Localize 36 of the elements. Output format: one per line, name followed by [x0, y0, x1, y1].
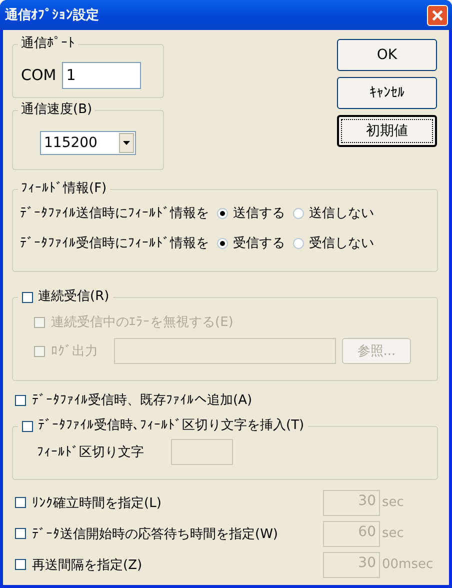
radio-button[interactable] [293, 238, 304, 248]
radio-label: 送信する [233, 205, 285, 222]
radio-button[interactable] [217, 208, 228, 218]
field-info-label: ﾃﾞｰﾀﾌｧｲﾙ送信時にﾌｨｰﾙﾄﾞ情報を [20, 205, 209, 222]
checkbox[interactable] [22, 420, 33, 432]
close-icon [432, 10, 443, 20]
field-info-label: ﾃﾞｰﾀﾌｧｲﾙ受信時にﾌｨｰﾙﾄﾞ情報を [20, 235, 209, 252]
radio-button[interactable] [293, 208, 304, 218]
checkbox[interactable] [22, 292, 33, 302]
close-button[interactable] [427, 4, 448, 26]
com-field[interactable]: 1 [62, 62, 142, 88]
radio-label: 送信しない [309, 205, 374, 222]
checkbox[interactable] [15, 394, 26, 406]
unit-label: 00msec [382, 557, 434, 572]
delimiter-field[interactable] [171, 439, 233, 465]
dialog-button[interactable]: OK [337, 39, 437, 71]
checkbox-label: ﾘﾝｸ確立時間を指定(L) [32, 494, 162, 512]
radio-label: 受信する [233, 235, 285, 252]
delimiter-label: ﾌｨｰﾙﾄﾞ区切り文字 [37, 444, 144, 461]
radio-button[interactable] [217, 238, 228, 248]
dialog-button[interactable]: ｷｬﾝｾﾙ [337, 77, 437, 109]
checkbox-label: ﾛｸﾞ出力 [51, 343, 98, 360]
checkbox-label: ﾃﾞｰﾀﾌｧｲﾙ受信時、既存ﾌｧｲﾙへ追加(A) [32, 392, 252, 409]
checkbox-label: 連続受信中のｴﾗｰを無視する(E) [51, 314, 234, 331]
radio-label: 受信しない [309, 235, 374, 252]
dialog-button[interactable]: 初期値 [337, 115, 437, 147]
checkbox-label: 連続受信(R) [38, 288, 110, 306]
checkbox-label: 再送間隔を指定(Z) [32, 556, 144, 574]
log-path-field[interactable] [114, 338, 336, 364]
unit-label: sec [382, 495, 405, 510]
baud-dropdown[interactable]: 115200 [40, 131, 136, 155]
checkbox-label: ﾃﾞｰﾀﾌｧｲﾙ受信時､ﾌｨｰﾙﾄﾞ区切り文字を挿入(T) [38, 417, 304, 435]
com-label: COM [21, 66, 56, 84]
unit-label: sec [382, 526, 405, 541]
checkbox-label: ﾃﾞｰﾀ送信開始時の応答待ち時間を指定(W) [32, 526, 279, 542]
window-title: 通信ｵﾌﾟｼｮﾝ設定 [5, 6, 99, 24]
